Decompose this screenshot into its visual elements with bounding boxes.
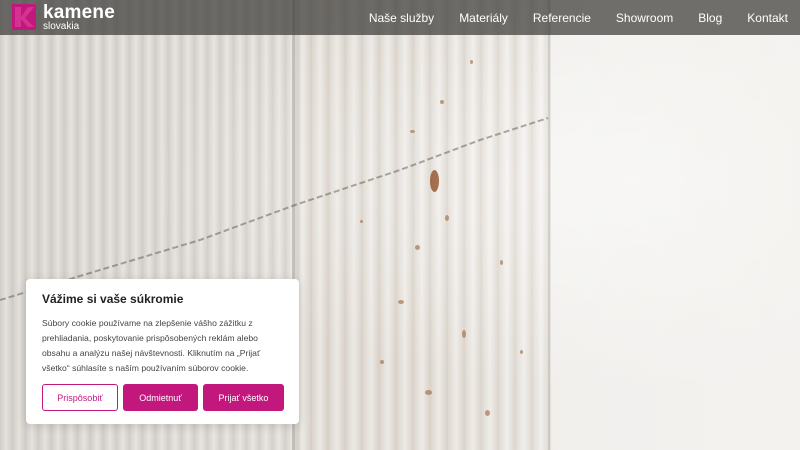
nav-item-services[interactable]: Naše služby: [369, 11, 434, 25]
plain-wall-section: [550, 0, 800, 450]
nav-item-materials[interactable]: Materiály: [459, 11, 508, 25]
cookie-buttons: Prispôsobiť Odmietnuť Prijať všetko: [42, 384, 284, 411]
k-logo-icon: [12, 4, 36, 30]
nav-item-blog[interactable]: Blog: [698, 11, 722, 25]
reject-button[interactable]: Odmietnuť: [123, 384, 198, 411]
customize-button[interactable]: Prispôsobiť: [42, 384, 118, 411]
brand-logo[interactable]: kamene slovakia: [12, 2, 115, 32]
cookie-description: Súbory cookie používame na zlepšenie váš…: [42, 318, 261, 373]
accept-all-button[interactable]: Prijať všetko: [203, 384, 284, 411]
site-header: kamene slovakia Naše služby Materiály Re…: [0, 0, 800, 35]
nav-item-references[interactable]: Referencie: [533, 11, 591, 25]
brand-subtitle: slovakia: [43, 21, 80, 32]
brand-name: kamene: [43, 2, 115, 23]
main-navigation: Naše služby Materiály Referencie Showroo…: [369, 0, 788, 35]
nav-item-contact[interactable]: Kontakt: [747, 11, 788, 25]
nav-item-showroom[interactable]: Showroom: [616, 11, 673, 25]
cookie-title: Vážime si vaše súkromie: [42, 292, 184, 306]
cookie-consent-dialog: Vážime si vaše súkromie Súbory cookie po…: [26, 279, 299, 424]
